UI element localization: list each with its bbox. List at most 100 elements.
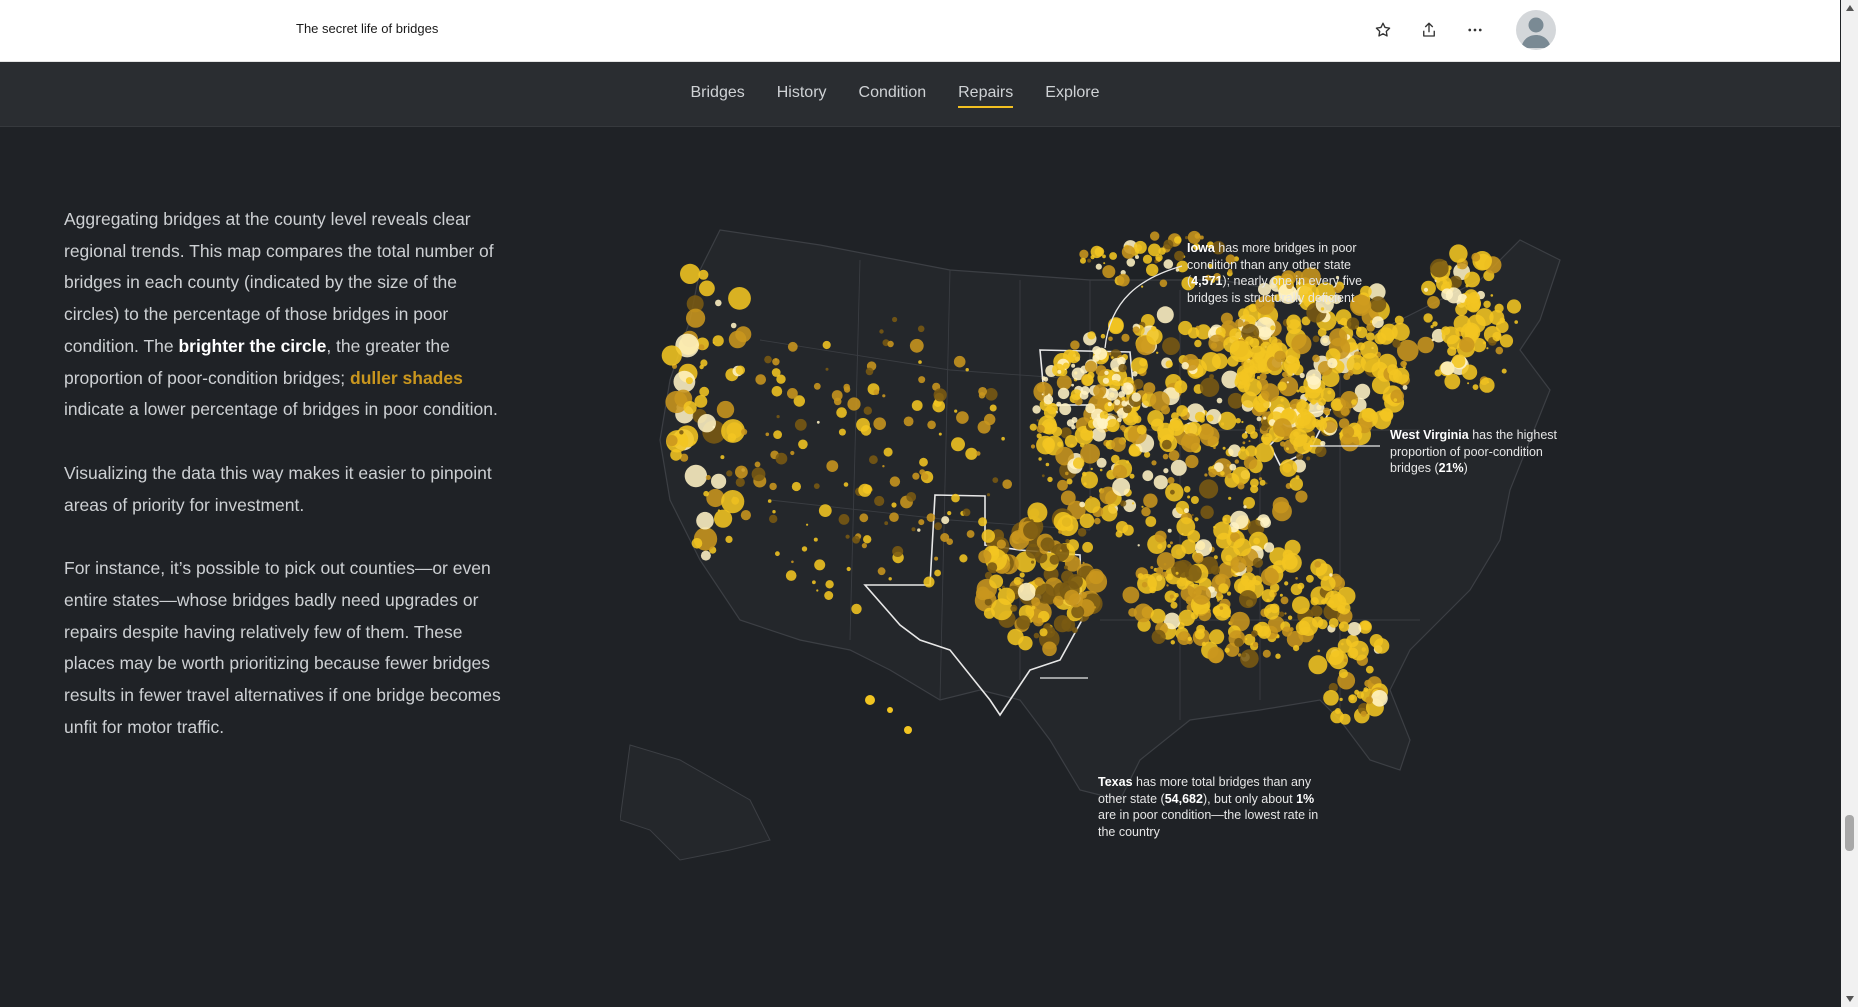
county-bubble: [1095, 263, 1102, 270]
county-bubble: [1104, 370, 1109, 375]
page-scrollbar[interactable]: [1841, 0, 1858, 1007]
county-bubble: [978, 387, 987, 396]
county-bubble: [767, 499, 772, 503]
county-bubble: [912, 472, 920, 480]
county-bubble: [1067, 350, 1081, 364]
county-bubble: [856, 418, 870, 432]
county-bubble: [873, 417, 886, 430]
county-bubble: [1060, 490, 1076, 506]
county-bubble: [1312, 335, 1320, 343]
county-bubble: [836, 407, 847, 418]
user-avatar[interactable]: [1516, 10, 1556, 50]
county-bubble: [1229, 463, 1237, 471]
county-bubble: [1243, 505, 1247, 509]
county-bubble: [1030, 444, 1036, 449]
county-bubble: [1056, 401, 1062, 407]
county-bubble: [1289, 627, 1294, 632]
county-bubble: [975, 451, 981, 456]
county-bubble: [772, 510, 776, 514]
county-bubble: [1199, 479, 1219, 499]
county-bubble: [680, 263, 701, 284]
county-bubble: [1185, 454, 1199, 469]
county-bubble: [1162, 337, 1180, 355]
county-bubble: [1199, 426, 1220, 447]
county-bubble: [1121, 245, 1136, 259]
share-button[interactable]: [1416, 17, 1442, 43]
tab-bridges[interactable]: Bridges: [690, 62, 744, 126]
county-bubble: [921, 473, 929, 481]
county-bubble: [1166, 584, 1169, 587]
favorite-button[interactable]: [1370, 17, 1396, 43]
county-bubble: [1347, 370, 1354, 376]
county-bubble: [1064, 435, 1078, 448]
county-bubble: [892, 316, 898, 323]
county-bubble: [1240, 649, 1259, 668]
county-bubble: [1167, 544, 1171, 548]
tab-explore[interactable]: Explore: [1045, 62, 1099, 126]
county-bubble: [1084, 360, 1097, 373]
county-bubble: [1107, 352, 1112, 356]
county-bubble: [843, 482, 849, 487]
county-bubble: [1170, 640, 1175, 645]
county-bubble: [1041, 393, 1044, 396]
county-bubble: [1087, 371, 1095, 379]
county-bubble: [1441, 326, 1460, 345]
county-bubble: [1120, 500, 1127, 507]
county-bubble: [1176, 517, 1196, 537]
iowa-label: Iowa: [1187, 241, 1215, 255]
texas-label: Texas: [1098, 775, 1133, 789]
county-bubble: [865, 367, 874, 376]
county-bubble: [1250, 345, 1265, 361]
scroll-down-button[interactable]: [1841, 991, 1858, 1007]
county-bubble: [1079, 249, 1089, 259]
county-bubble: [1272, 501, 1292, 522]
county-bubble: [1323, 690, 1339, 706]
county-bubble: [1033, 632, 1040, 639]
tab-condition[interactable]: Condition: [859, 62, 927, 126]
county-bubble: [1106, 418, 1120, 433]
county-bubble: [1174, 236, 1182, 244]
bridge-map[interactable]: Iowa has more bridges in poor condition …: [619, 200, 1840, 900]
tab-history[interactable]: History: [777, 62, 827, 126]
county-bubble: [679, 430, 684, 435]
county-bubble: [1040, 537, 1055, 552]
county-bubble: [1116, 273, 1130, 287]
county-bubble: [1150, 231, 1160, 241]
county-bubble: [1116, 410, 1120, 414]
county-bubble: [1070, 340, 1080, 350]
site-title[interactable]: The secret life of bridges: [296, 21, 438, 36]
county-bubble: [1207, 646, 1225, 664]
county-bubble: [1317, 649, 1321, 653]
county-bubble: [987, 562, 998, 573]
more-button[interactable]: [1462, 17, 1488, 43]
county-bubble: [1348, 694, 1358, 704]
county-bubble: [1170, 459, 1187, 476]
county-bubble: [992, 477, 999, 483]
county-bubble: [1194, 629, 1205, 640]
county-bubble: [1240, 446, 1246, 452]
county-bubble: [1286, 381, 1289, 384]
county-bubble: [794, 418, 807, 431]
county-bubble: [847, 397, 861, 411]
county-bubble: [1228, 496, 1232, 500]
county-bubble: [1041, 376, 1046, 381]
county-bubble: [1366, 332, 1375, 341]
county-bubble: [1260, 424, 1268, 431]
county-bubble: [1464, 324, 1479, 339]
county-bubble: [1131, 392, 1141, 402]
county-bubble: [889, 512, 899, 522]
county-bubble: [1121, 333, 1130, 342]
scroll-thumb[interactable]: [1845, 815, 1854, 851]
county-bubble: [1259, 372, 1267, 381]
county-bubble: [1216, 591, 1222, 597]
county-bubble: [996, 539, 1006, 549]
county-bubble: [1185, 236, 1189, 240]
scroll-up-button[interactable]: [1841, 0, 1858, 16]
county-bubble: [1180, 433, 1200, 453]
tab-repairs[interactable]: Repairs: [958, 62, 1014, 126]
county-bubble: [696, 511, 714, 530]
county-bubble: [1284, 581, 1289, 586]
county-bubble: [1251, 630, 1258, 637]
county-bubble: [1023, 521, 1041, 540]
county-bubble: [1329, 573, 1333, 577]
